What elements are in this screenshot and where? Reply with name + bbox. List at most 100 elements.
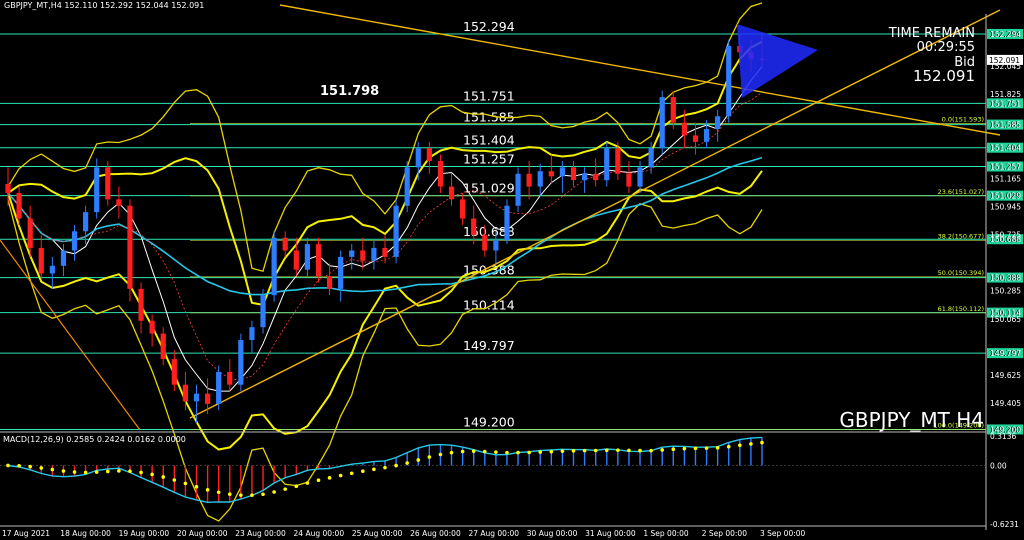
macd-signal-dot [361,469,365,474]
macd-signal-dot [50,467,55,472]
price-tick-label: 150.285 [990,287,1021,296]
candle-body [138,288,144,321]
price-tick-label: 150.388 [990,274,1021,283]
price-tick-label: 149.405 [990,399,1021,408]
candle-body [504,205,510,241]
candle-body [216,371,222,404]
candle-body [415,148,421,168]
candle-body [648,148,654,168]
candle-body [493,240,499,251]
macd-signal-dot [660,448,665,452]
candle-body [615,148,621,174]
date-tick-label: 18 Aug 00:00 [60,529,111,538]
macd-signal-dot [194,484,199,489]
price-tick-label: 151.404 [990,144,1021,153]
candle-body [38,247,44,274]
macd-signal-dot [161,475,166,479]
candle-body [49,265,55,274]
macd-signal-dot [438,452,443,457]
macd-signal-dot [283,487,288,491]
macd-signal-dot [460,449,465,454]
candle-body [426,148,432,162]
macd-signal-dot [494,450,498,454]
candle-body [448,186,455,200]
candle-body [548,171,554,177]
macd-signal-dot [738,443,742,448]
macd-signal-dot [693,446,698,451]
candle-body [149,320,155,334]
date-tick-label: 24 Aug 00:00 [294,529,345,538]
candle-body [393,205,399,257]
macd-signal-dot [372,467,376,472]
candle-body [349,250,355,257]
price-tick-label: 151.825 [990,90,1021,99]
level-label: 152.294 [463,19,515,34]
macd-signal-dot [394,463,398,468]
macd-signal-dot [261,492,265,497]
date-tick-label: 2 Sep 00:00 [702,529,748,538]
candle-body [271,237,277,296]
macd-signal-dot [305,481,310,485]
macd-label: MACD(12,26,9) 0.2585 0.2424 0.0162 0.000… [3,435,186,444]
level-label: 151.585 [463,110,515,125]
macd-signal-dot [627,448,631,453]
date-tick-label: 3 Sep 00:00 [760,529,806,538]
level-label: 151.404 [463,133,515,148]
macd-tick-label: 0.00 [990,461,1007,470]
macd-signal-dot [150,472,154,477]
candle-body [171,359,177,385]
candle-body [559,167,566,177]
candle-body [360,250,366,261]
date-tick-label: 17 Aug 2021 [2,529,50,538]
candle-body [471,218,477,236]
current-price-label: 152.091 [989,56,1020,65]
candle-body [371,247,377,261]
candle-body [338,256,344,289]
candle-body [703,129,710,142]
candle-body [382,247,388,257]
macd-signal-dot [604,448,609,453]
price-tick-label: 149.797 [990,349,1021,358]
date-tick-label: 20 Aug 00:00 [177,529,228,538]
macd-signal-dot [760,440,764,445]
candle-body [193,393,200,402]
candle-body [726,45,732,117]
macd-signal-dot [671,447,676,451]
fibo-label: 0.0(151.593) [942,116,984,124]
candle-body [94,167,100,213]
candle-body [260,295,266,328]
macd-signal-dot [715,446,720,450]
macd-signal-dot [704,446,709,450]
candle-body [437,161,444,187]
macd-signal-dot [39,466,44,470]
macd-signal-dot [638,448,642,453]
candle-body [5,184,11,193]
macd-signal-dot [327,476,332,480]
candle-body [227,371,233,385]
date-tick-label: 26 Aug 00:00 [410,529,461,538]
highlight-price-label: 151.798 [320,84,379,99]
macd-signal-dot [749,442,753,446]
macd-signal-dot [405,461,409,465]
candle-body [626,173,632,187]
price-tick-label: 151.165 [990,174,1021,183]
macd-signal-dot [6,463,10,468]
macd-signal-dot [250,493,254,498]
price-tick-label: 149.625 [990,371,1021,380]
candle-body [637,167,643,187]
candle-body [670,97,676,123]
macd-signal-dot [94,470,99,474]
macd-signal-dot [349,471,354,476]
candle-body [570,167,577,181]
chart-header: GBPJPY_MT,H4 152.110 152.292 152.044 152… [4,1,204,10]
price-tick-label: 150.945 [990,202,1021,211]
date-tick-label: 27 Aug 00:00 [468,529,519,538]
candle-body [27,218,33,248]
candle-body [249,327,255,340]
candle-body [692,135,699,142]
candle-body [604,148,610,181]
axis-layer: 152.294152.091152.045151.825151.751151.5… [987,30,1023,434]
candle-body [515,173,521,206]
candle-body [537,171,543,187]
macd-signal-dot [128,469,132,473]
